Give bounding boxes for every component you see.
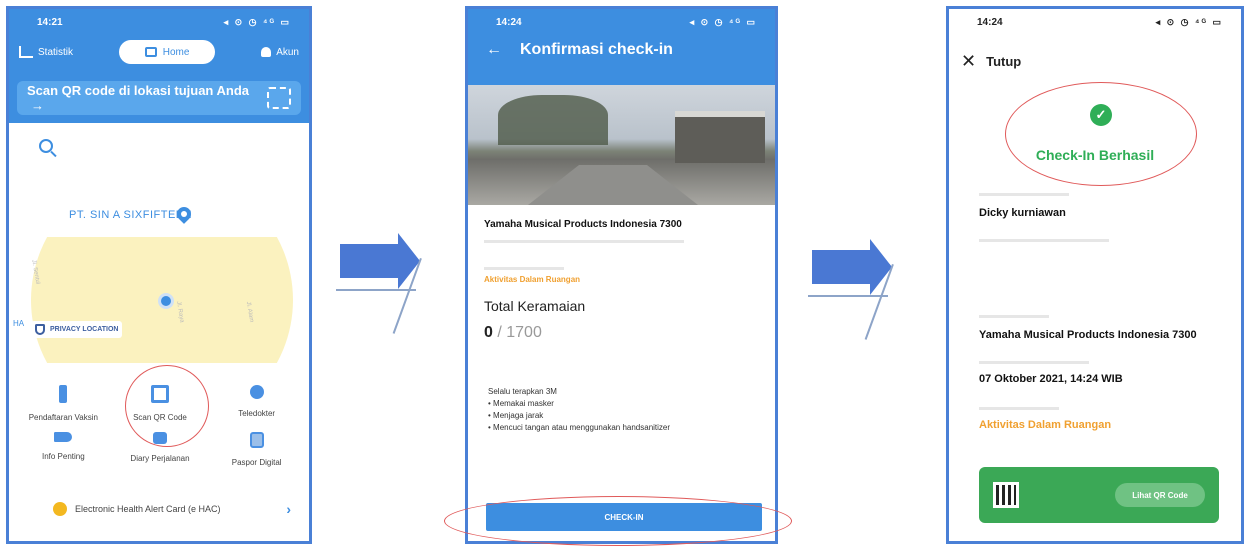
map-edge-label: HA: [13, 319, 25, 328]
back-arrow-icon[interactable]: ←: [486, 41, 502, 59]
venue-name: Yamaha Musical Products Indonesia 7300: [484, 219, 682, 230]
menu-label: Teledokter: [238, 409, 276, 418]
arrow-underline: [336, 289, 416, 291]
status-time: 14:24: [496, 16, 522, 28]
chevron-right-icon: ›: [286, 501, 291, 517]
place-label: PT. SIN A SIXFIFTEEN: [69, 209, 193, 221]
status-time: 14:21: [37, 16, 63, 28]
megaphone-icon: [54, 432, 73, 442]
scan-banner-label: Scan QR code di lokasi tujuan Anda: [27, 83, 250, 98]
venue-photo: [468, 85, 775, 205]
ehac-label: Electronic Health Alert Card (e HAC): [75, 504, 221, 514]
menu-pendaftaran-vaksin[interactable]: Pendaftaran Vaksin: [15, 385, 112, 422]
health-tips: Selalu terapkan 3M • Memakai masker • Me…: [484, 386, 759, 434]
close-button[interactable]: ✕ Tutup: [961, 51, 1241, 72]
venue-value: Yamaha Musical Products Indonesia 7300: [979, 329, 1197, 341]
scan-banner-text: Scan QR code di lokasi tujuan Anda →: [27, 83, 267, 113]
vaccine-icon: [59, 385, 68, 403]
nav-statistik[interactable]: Statistik: [19, 46, 73, 58]
status-icons: ◂ ⊙ ◷ ⁴ᴳ ▭: [689, 16, 757, 27]
qr-card: Lihat QR Code: [979, 467, 1219, 523]
menu-info-penting[interactable]: Info Penting: [15, 432, 112, 467]
category-value: Aktivitas Dalam Ruangan: [979, 419, 1112, 431]
nik-label-placeholder: [979, 239, 1109, 242]
passport-icon: [249, 432, 264, 448]
status-bar: 14:21 ◂ ⊙ ◷ ⁴ᴳ ▭: [9, 9, 309, 35]
arrow-head: [398, 233, 420, 289]
arrow-body: [812, 250, 870, 284]
top-nav: Statistik Home Akun: [9, 35, 309, 69]
menu-label: Pendaftaran Vaksin: [28, 413, 98, 422]
crowd-capacity: / 1700: [492, 324, 542, 341]
success-body: ✕ Tutup: [949, 51, 1241, 72]
statistik-icon: [19, 46, 33, 58]
qr-thumbnail-icon: [993, 482, 1019, 508]
home-icon: [144, 47, 157, 57]
nav-akun-label: Akun: [276, 46, 299, 58]
category-label-placeholder: [484, 267, 564, 270]
name-value: Dicky kurniawan: [979, 207, 1066, 219]
arrow-right-icon: →: [31, 98, 44, 113]
stethoscope-icon: [249, 385, 264, 399]
datetime-label-placeholder: [979, 361, 1089, 364]
home-header: 14:21 ◂ ⊙ ◷ ⁴ᴳ ▭ Statistik Home Akun Sca…: [9, 9, 309, 123]
confirm-header: 14:24 ◂ ⊙ ◷ ⁴ᴳ ▭ ← Konfirmasi check-in: [468, 9, 775, 85]
menu-label: Info Penting: [41, 452, 85, 461]
arrow-head: [870, 239, 892, 295]
phone-home-screen: 14:21 ◂ ⊙ ◷ ⁴ᴳ ▭ Statistik Home Akun Sca…: [6, 6, 312, 544]
nav-akun[interactable]: Akun: [261, 47, 299, 58]
nav-statistik-label: Statistik: [38, 46, 74, 58]
crowd-current: 0: [484, 324, 493, 341]
tip-line: Selalu terapkan 3M: [488, 387, 557, 396]
confirm-body: Yamaha Musical Products Indonesia 7300 A…: [468, 219, 775, 434]
ehac-row[interactable]: Electronic Health Alert Card (e HAC) ›: [53, 501, 291, 517]
datetime-value: 07 Oktober 2021, 14:24 WIB: [979, 373, 1123, 385]
privacy-label: PRIVACY LOCATION: [50, 326, 119, 333]
status-bar: 14:24 ◂ ⊙ ◷ ⁴ᴳ ▭: [468, 9, 775, 35]
scan-qr-banner[interactable]: Scan QR code di lokasi tujuan Anda →: [17, 81, 301, 115]
highlight-circle: [444, 496, 792, 546]
close-label: Tutup: [986, 54, 1022, 69]
status-bar: 14:24 ◂ ⊙ ◷ ⁴ᴳ ▭: [949, 9, 1241, 35]
current-location-dot: [161, 296, 171, 306]
view-qr-button[interactable]: Lihat QR Code: [1115, 483, 1205, 507]
tip-line: • Menjaga jarak: [488, 411, 544, 420]
crowd-title: Total Keramaian: [484, 298, 586, 314]
nav-home[interactable]: Home: [119, 40, 216, 64]
photo-building: [675, 111, 765, 163]
photo-road: [528, 165, 698, 205]
venue-label-placeholder: [979, 315, 1049, 318]
menu-teledokter[interactable]: Teledokter: [208, 385, 305, 422]
privacy-location-badge[interactable]: PRIVACY LOCATION: [31, 321, 123, 338]
category-value: Aktivitas Dalam Ruangan: [484, 275, 581, 284]
ehac-left: Electronic Health Alert Card (e HAC): [53, 502, 221, 516]
venue-address-placeholder: [484, 240, 684, 243]
menu-label: Paspor Digital: [231, 458, 282, 467]
status-icons: ◂ ⊙ ◷ ⁴ᴳ ▭: [1155, 16, 1223, 27]
status-icons: ◂ ⊙ ◷ ⁴ᴳ ▭: [223, 16, 291, 27]
tip-line: • Memakai masker: [488, 399, 554, 408]
arrow-body: [340, 244, 398, 278]
phone-checkin-confirm: 14:24 ◂ ⊙ ◷ ⁴ᴳ ▭ ← Konfirmasi check-in Y…: [465, 6, 778, 544]
category-label-placeholder: [979, 407, 1059, 410]
account-icon: [261, 47, 272, 57]
photo-trees: [498, 95, 608, 145]
page-title: Konfirmasi check-in: [520, 41, 673, 58]
menu-paspor-digital[interactable]: Paspor Digital: [208, 432, 305, 467]
close-icon: ✕: [961, 51, 977, 71]
tip-line: • Mencuci tangan atau menggunakan handsa…: [488, 423, 671, 432]
arrow-underline: [808, 295, 888, 297]
nav-home-label: Home: [162, 46, 190, 58]
shield-icon: [35, 324, 45, 335]
search-icon[interactable]: [39, 139, 53, 153]
highlight-circle: [1005, 82, 1197, 186]
scan-qr-icon: [267, 87, 291, 109]
crowd-count: 0 / 1700: [484, 324, 759, 342]
highlight-circle: [125, 365, 209, 447]
name-label-placeholder: [979, 193, 1069, 196]
ehac-icon: [53, 502, 67, 516]
title-row: ← Konfirmasi check-in: [468, 35, 775, 65]
status-time: 14:24: [977, 16, 1003, 28]
menu-label: Diary Perjalanan: [130, 454, 190, 463]
